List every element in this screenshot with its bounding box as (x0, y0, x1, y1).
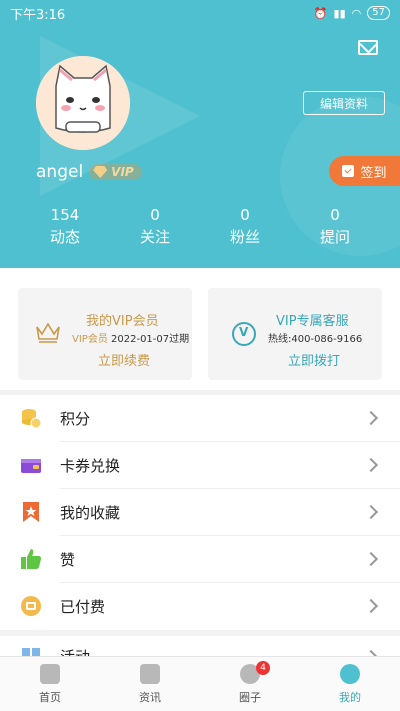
menu-label: 已付费 (60, 598, 106, 616)
nav-news[interactable]: 资讯 (100, 657, 200, 711)
customer-service-icon (232, 322, 256, 346)
nav-mine[interactable]: 我的 (300, 657, 400, 711)
vip-membership-card[interactable]: 我的VIP会员 VIP会员 2022-01-07过期 立即续费 (18, 288, 192, 380)
nav-home[interactable]: 首页 (0, 657, 100, 711)
stat-label: 动态 (49, 228, 80, 246)
vip-badge-label: VIP (111, 165, 134, 179)
mail-icon[interactable] (358, 40, 378, 55)
status-icons: ⏰ ▮▮ ◠ 57 (314, 6, 390, 20)
vip-expiry: 2022-01-07过期 (111, 334, 190, 345)
signal-icon: ▮▮ (333, 6, 346, 20)
bottom-nav: 首页 资讯 4 圈子 我的 (0, 656, 400, 711)
username: angel (36, 162, 84, 182)
menu-label: 我的收藏 (60, 504, 121, 522)
stat-value: 0 (240, 206, 250, 224)
stat-followers[interactable]: 0 粉丝 (200, 206, 290, 247)
vip-service-card[interactable]: VIP专属客服 热线:400-086-9166 立即拨打 (208, 288, 382, 380)
vip-badge: VIP (89, 164, 142, 180)
nav-label: 首页 (39, 691, 61, 704)
stat-label: 提问 (319, 228, 350, 246)
coins-icon (22, 409, 42, 429)
alarm-icon: ⏰ (313, 6, 328, 20)
home-icon (40, 664, 60, 684)
status-bar: 下午3:16 ⏰ ▮▮ ◠ 57 (0, 0, 400, 26)
nav-circle[interactable]: 4 圈子 (200, 657, 300, 711)
diamond-icon (93, 166, 108, 178)
chevron-right-icon (363, 457, 379, 473)
nav-label: 圈子 (239, 691, 261, 704)
menu-item-coupons[interactable]: 卡券兑换 (0, 442, 400, 489)
nav-label: 我的 (339, 691, 361, 704)
notification-badge: 4 (256, 661, 270, 675)
profile-header: 编辑资料 签到 angel VIP 154 动态 0 关注 0 粉丝 0 提问 (0, 26, 400, 268)
crown-icon (36, 322, 60, 343)
stats-row: 154 动态 0 关注 0 粉丝 0 提问 (0, 206, 400, 247)
thumbs-up-icon (21, 549, 41, 569)
stat-following[interactable]: 0 关注 (110, 206, 200, 247)
signin-label: 签到 (360, 165, 387, 181)
menu-item-favorites[interactable]: 我的收藏 (0, 489, 400, 536)
menu-item-paid[interactable]: 已付费 (0, 583, 400, 630)
chevron-right-icon (363, 598, 379, 614)
signin-button[interactable]: 签到 (329, 156, 400, 186)
stat-value: 154 (50, 206, 80, 224)
stat-label: 粉丝 (229, 228, 260, 246)
menu-label: 卡券兑换 (60, 457, 121, 475)
menu-label: 赞 (60, 551, 76, 569)
chevron-right-icon (363, 410, 379, 426)
stat-value: 0 (330, 206, 340, 224)
chevron-right-icon (363, 551, 379, 567)
news-icon (140, 664, 160, 684)
chevron-right-icon (363, 504, 379, 520)
menu-label: 积分 (60, 410, 91, 428)
vip-area: 我的VIP会员 VIP会员 2022-01-07过期 立即续费 VIP专属客服 … (0, 268, 400, 390)
wallet-icon (21, 459, 41, 473)
vip-card-expiry-row: VIP会员 2022-01-07过期 (72, 330, 189, 345)
service-hotline: 热线:400-086-9166 (268, 334, 363, 345)
menu-list: 积分 卡券兑换 我的收藏 赞 已付费 (0, 395, 400, 630)
stat-questions[interactable]: 0 提问 (290, 206, 380, 247)
nav-label: 资讯 (139, 691, 161, 704)
stat-label: 关注 (139, 228, 170, 246)
menu-label: 活动 (60, 646, 90, 656)
stat-posts[interactable]: 154 动态 (20, 206, 110, 247)
edit-profile-button[interactable]: 编辑资料 (303, 91, 385, 115)
service-card-title: VIP专属客服 (276, 314, 349, 329)
activity-section[interactable]: 活动 (0, 636, 400, 656)
calendar-check-icon (342, 165, 355, 177)
vip-member-label: VIP会员 (72, 334, 108, 345)
renew-link[interactable]: 立即续费 (98, 350, 150, 369)
username-row: angel VIP (36, 162, 142, 182)
status-time: 下午3:16 (10, 7, 66, 23)
vip-card-title: 我的VIP会员 (86, 314, 159, 329)
wifi-icon: ◠ (351, 6, 362, 20)
gift-icon (22, 648, 40, 656)
menu-item-likes[interactable]: 赞 (0, 536, 400, 583)
battery-icon: 57 (367, 6, 390, 20)
menu-item-points[interactable]: 积分 (0, 395, 400, 442)
profile-icon (340, 664, 360, 684)
paid-icon (21, 596, 41, 616)
stat-value: 0 (150, 206, 160, 224)
call-now-link[interactable]: 立即拨打 (288, 350, 340, 369)
bookmark-star-icon (23, 502, 39, 522)
avatar[interactable] (36, 56, 130, 150)
